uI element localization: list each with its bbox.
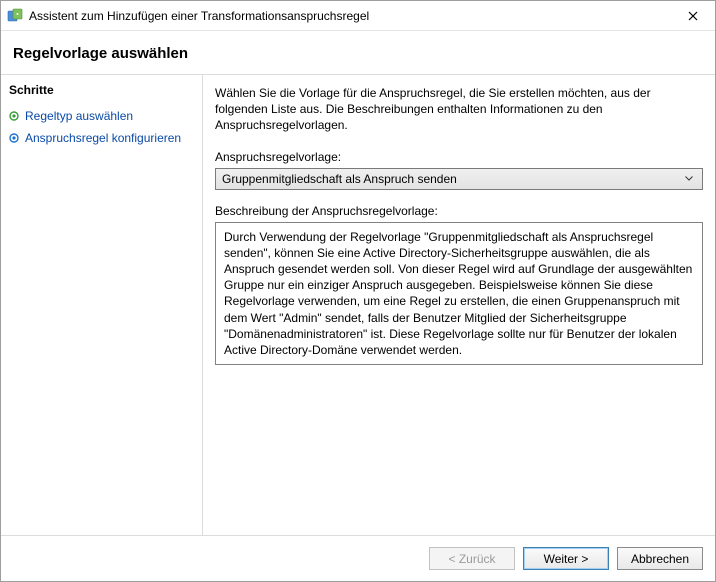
titlebar: Assistent zum Hinzufügen einer Transform… [1,1,715,31]
content-pane: Wählen Sie die Vorlage für die Anspruchs… [203,75,715,535]
page-header: Regelvorlage auswählen [1,31,715,75]
intro-text: Wählen Sie die Vorlage für die Anspruchs… [215,85,703,134]
step-label: Anspruchsregel konfigurieren [25,131,181,145]
template-dropdown[interactable]: Gruppenmitgliedschaft als Anspruch sende… [215,168,703,190]
footer: < Zurück Weiter > Abbrechen [1,535,715,581]
steps-title: Schritte [9,83,194,97]
app-icon [7,8,23,24]
close-button[interactable] [670,1,715,30]
back-button-label: < Zurück [448,552,495,566]
template-selected-value: Gruppenmitgliedschaft als Anspruch sende… [222,172,457,186]
wizard-window: Assistent zum Hinzufügen einer Transform… [0,0,716,582]
close-icon [688,11,698,21]
body: Schritte Regeltyp auswählen A [1,75,715,535]
cancel-button-label: Abbrechen [631,552,689,566]
next-button[interactable]: Weiter > [523,547,609,570]
page-title: Regelvorlage auswählen [13,45,703,62]
cancel-button[interactable]: Abbrechen [617,547,703,570]
back-button: < Zurück [429,547,515,570]
steps-pane: Schritte Regeltyp auswählen A [1,75,203,535]
step-label: Regeltyp auswählen [25,109,133,123]
window-title: Assistent zum Hinzufügen einer Transform… [29,9,670,23]
description-box: Durch Verwendung der Regelvorlage "Grupp… [215,222,703,366]
step-item-configure-rule[interactable]: Anspruchsregel konfigurieren [9,127,194,149]
step-done-icon [9,111,19,121]
step-current-icon [9,133,19,143]
step-item-rule-type[interactable]: Regeltyp auswählen [9,105,194,127]
template-label: Anspruchsregelvorlage: [215,150,703,164]
description-text: Durch Verwendung der Regelvorlage "Grupp… [224,230,692,357]
description-label: Beschreibung der Anspruchsregelvorlage: [215,204,703,218]
next-button-label: Weiter > [544,552,589,566]
chevron-down-icon [680,169,698,189]
